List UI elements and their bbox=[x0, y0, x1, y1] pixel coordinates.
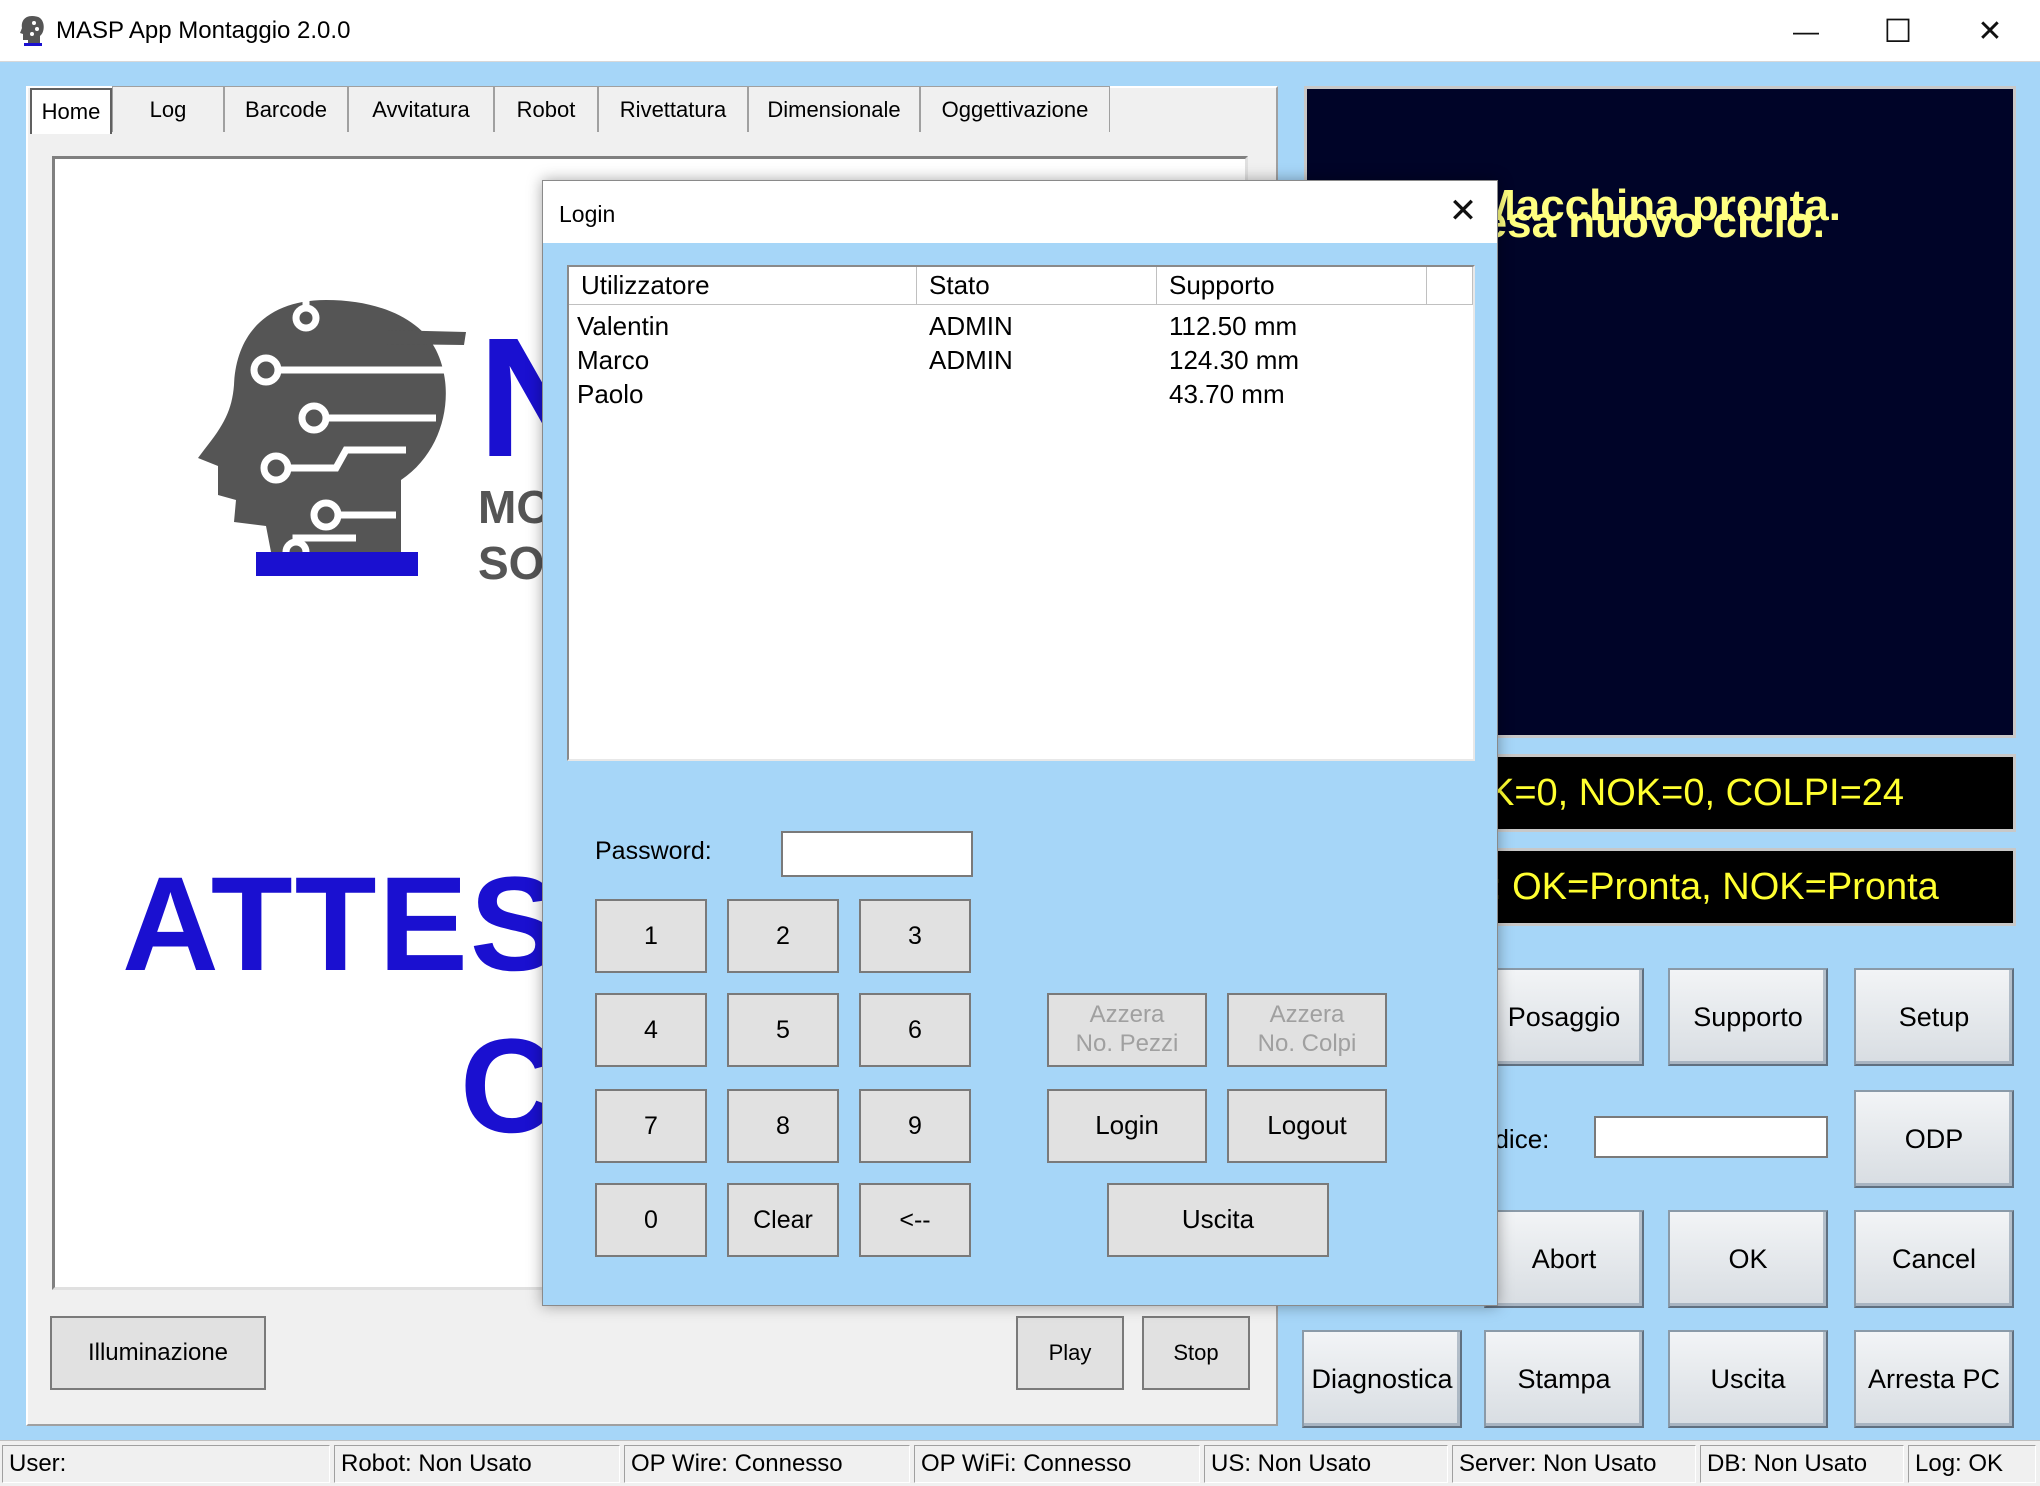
key-4-button[interactable]: 4 bbox=[595, 993, 707, 1067]
maximize-button[interactable]: ☐ bbox=[1852, 0, 1944, 62]
state-text: : OK=Pronta, NOK=Pronta bbox=[1491, 865, 1939, 908]
tab-barcode[interactable]: Barcode bbox=[224, 86, 348, 132]
azzera-colpi-button[interactable]: Azzera No. Colpi bbox=[1227, 993, 1387, 1067]
user-name[interactable]: Valentin bbox=[577, 311, 669, 342]
login-button[interactable]: Login bbox=[1047, 1089, 1207, 1163]
user-name[interactable]: Marco bbox=[577, 345, 649, 376]
tab-label: Home bbox=[41, 99, 101, 124]
posaggio-button[interactable]: Posaggio bbox=[1484, 968, 1644, 1066]
column-header-filler bbox=[1427, 267, 1473, 305]
abort-button[interactable]: Abort bbox=[1484, 1210, 1644, 1308]
azzera-pezzi-button[interactable]: Azzera No. Pezzi bbox=[1047, 993, 1207, 1067]
minimize-button[interactable]: — bbox=[1760, 0, 1852, 62]
azzera-pezzi-line-1: Azzera bbox=[1089, 1001, 1165, 1029]
status-robot: Robot: Non Usato bbox=[334, 1445, 620, 1483]
logout-button[interactable]: Logout bbox=[1227, 1089, 1387, 1163]
window-title: MASP App Montaggio 2.0.0 bbox=[56, 17, 351, 44]
tab-label: Avvitatura bbox=[372, 96, 470, 122]
column-header-utilizzatore[interactable]: Utilizzatore bbox=[569, 267, 917, 305]
ok-button[interactable]: OK bbox=[1668, 1210, 1828, 1308]
logo-subtitle-2: SO bbox=[478, 537, 545, 589]
key-8-button[interactable]: 8 bbox=[727, 1089, 839, 1163]
user-name[interactable]: Paolo bbox=[577, 379, 644, 410]
codice-input[interactable] bbox=[1594, 1116, 1828, 1158]
company-head-logo-icon bbox=[198, 292, 466, 576]
logo-subtitle-1: MO bbox=[478, 481, 553, 533]
backspace-button[interactable]: <-- bbox=[859, 1183, 971, 1257]
users-list[interactable]: Utilizzatore Stato Supporto Valentin ADM… bbox=[567, 265, 1475, 761]
user-stato: ADMIN bbox=[929, 311, 1013, 341]
status-op-wifi: OP WiFi: Connesso bbox=[914, 1445, 1200, 1483]
stampa-button[interactable]: Stampa bbox=[1484, 1330, 1644, 1428]
setup-button[interactable]: Setup bbox=[1854, 968, 2014, 1066]
supporto-button[interactable]: Supporto bbox=[1668, 968, 1828, 1066]
cancel-button[interactable]: Cancel bbox=[1854, 1210, 2014, 1308]
play-button[interactable]: Play bbox=[1016, 1316, 1124, 1390]
status-log: Log: OK bbox=[1908, 1445, 2036, 1483]
tab-label: Dimensionale bbox=[767, 96, 901, 122]
tab-home[interactable]: Home bbox=[30, 88, 112, 134]
uscita-main-button[interactable]: Uscita bbox=[1668, 1330, 1828, 1428]
app-head-icon bbox=[20, 16, 44, 46]
key-2-button[interactable]: 2 bbox=[727, 899, 839, 973]
close-icon: ✕ bbox=[1977, 14, 2003, 48]
azzera-colpi-line-1: Azzera bbox=[1269, 1001, 1345, 1029]
tab-label: Robot bbox=[516, 96, 576, 122]
tab-robot[interactable]: Robot bbox=[494, 86, 598, 132]
key-1-button[interactable]: 1 bbox=[595, 899, 707, 973]
minimize-icon: — bbox=[1793, 15, 1819, 46]
key-7-button[interactable]: 7 bbox=[595, 1089, 707, 1163]
tab-label: Log bbox=[149, 96, 187, 122]
azzera-colpi-line-2: No. Colpi bbox=[1257, 1030, 1357, 1057]
tab-dimensionale[interactable]: Dimensionale bbox=[748, 86, 920, 132]
odp-button[interactable]: ODP bbox=[1854, 1090, 2014, 1188]
key-3-button[interactable]: 3 bbox=[859, 899, 971, 973]
key-6-button[interactable]: 6 bbox=[859, 993, 971, 1067]
user-supporto: 43.70 mm bbox=[1169, 379, 1285, 409]
uscita-dialog-button[interactable]: Uscita bbox=[1107, 1183, 1329, 1257]
user-supporto: 124.30 mm bbox=[1169, 345, 1300, 375]
login-dialog-title: Login bbox=[559, 201, 616, 227]
status-op-wire: OP Wire: Connesso bbox=[624, 1445, 910, 1483]
close-icon[interactable]: ✕ bbox=[1443, 191, 1483, 231]
close-window-button[interactable]: ✕ bbox=[1944, 0, 2036, 62]
status-db: DB: Non Usato bbox=[1700, 1445, 1904, 1483]
tab-label: Barcode bbox=[245, 96, 327, 122]
counter-text: K=0, NOK=0, COLPI=24 bbox=[1489, 771, 1905, 814]
tab-log[interactable]: Log bbox=[112, 86, 224, 132]
maximize-icon: ☐ bbox=[1883, 13, 1913, 49]
clear-button[interactable]: Clear bbox=[727, 1183, 839, 1257]
tab-oggettivazione[interactable]: Oggettivazione bbox=[920, 86, 1110, 132]
column-header-stato[interactable]: Stato bbox=[917, 267, 1157, 305]
user-supporto: 112.50 mm bbox=[1169, 311, 1298, 341]
window-titlebar: MASP App Montaggio 2.0.0 — ☐ ✕ bbox=[0, 0, 2040, 62]
attesa-line-1: ATTES bbox=[122, 850, 562, 999]
key-9-button[interactable]: 9 bbox=[859, 1089, 971, 1163]
stop-button[interactable]: Stop bbox=[1142, 1316, 1250, 1390]
waiting-cycle-message: tesa nuovo ciclo. bbox=[1468, 198, 1825, 247]
arresta-pc-button[interactable]: Arresta PC bbox=[1854, 1330, 2014, 1428]
status-server: Server: Non Usato bbox=[1452, 1445, 1696, 1483]
user-stato: ADMIN bbox=[929, 345, 1013, 375]
column-header-supporto[interactable]: Supporto bbox=[1157, 267, 1427, 305]
key-5-button[interactable]: 5 bbox=[727, 993, 839, 1067]
tab-label: Oggettivazione bbox=[941, 96, 1089, 122]
tab-rivettatura[interactable]: Rivettatura bbox=[598, 86, 748, 132]
illuminazione-button[interactable]: Illuminazione bbox=[50, 1316, 266, 1390]
status-bar: User: Robot: Non Usato OP Wire: Connesso… bbox=[0, 1440, 2040, 1486]
login-dialog: Login ✕ Utilizzatore Stato Supporto Vale… bbox=[542, 180, 1498, 1306]
status-user: User: bbox=[2, 1445, 330, 1483]
key-0-button[interactable]: 0 bbox=[595, 1183, 707, 1257]
login-dialog-titlebar: Login ✕ bbox=[543, 181, 1497, 243]
azzera-pezzi-line-2: No. Pezzi bbox=[1075, 1030, 1179, 1057]
status-us: US: Non Usato bbox=[1204, 1445, 1448, 1483]
diagnostica-button[interactable]: Diagnostica bbox=[1302, 1330, 1462, 1428]
password-input[interactable] bbox=[781, 831, 973, 877]
tab-label: Rivettatura bbox=[619, 96, 727, 122]
tab-avvitatura[interactable]: Avvitatura bbox=[348, 86, 494, 132]
password-label: Password: bbox=[595, 837, 712, 865]
